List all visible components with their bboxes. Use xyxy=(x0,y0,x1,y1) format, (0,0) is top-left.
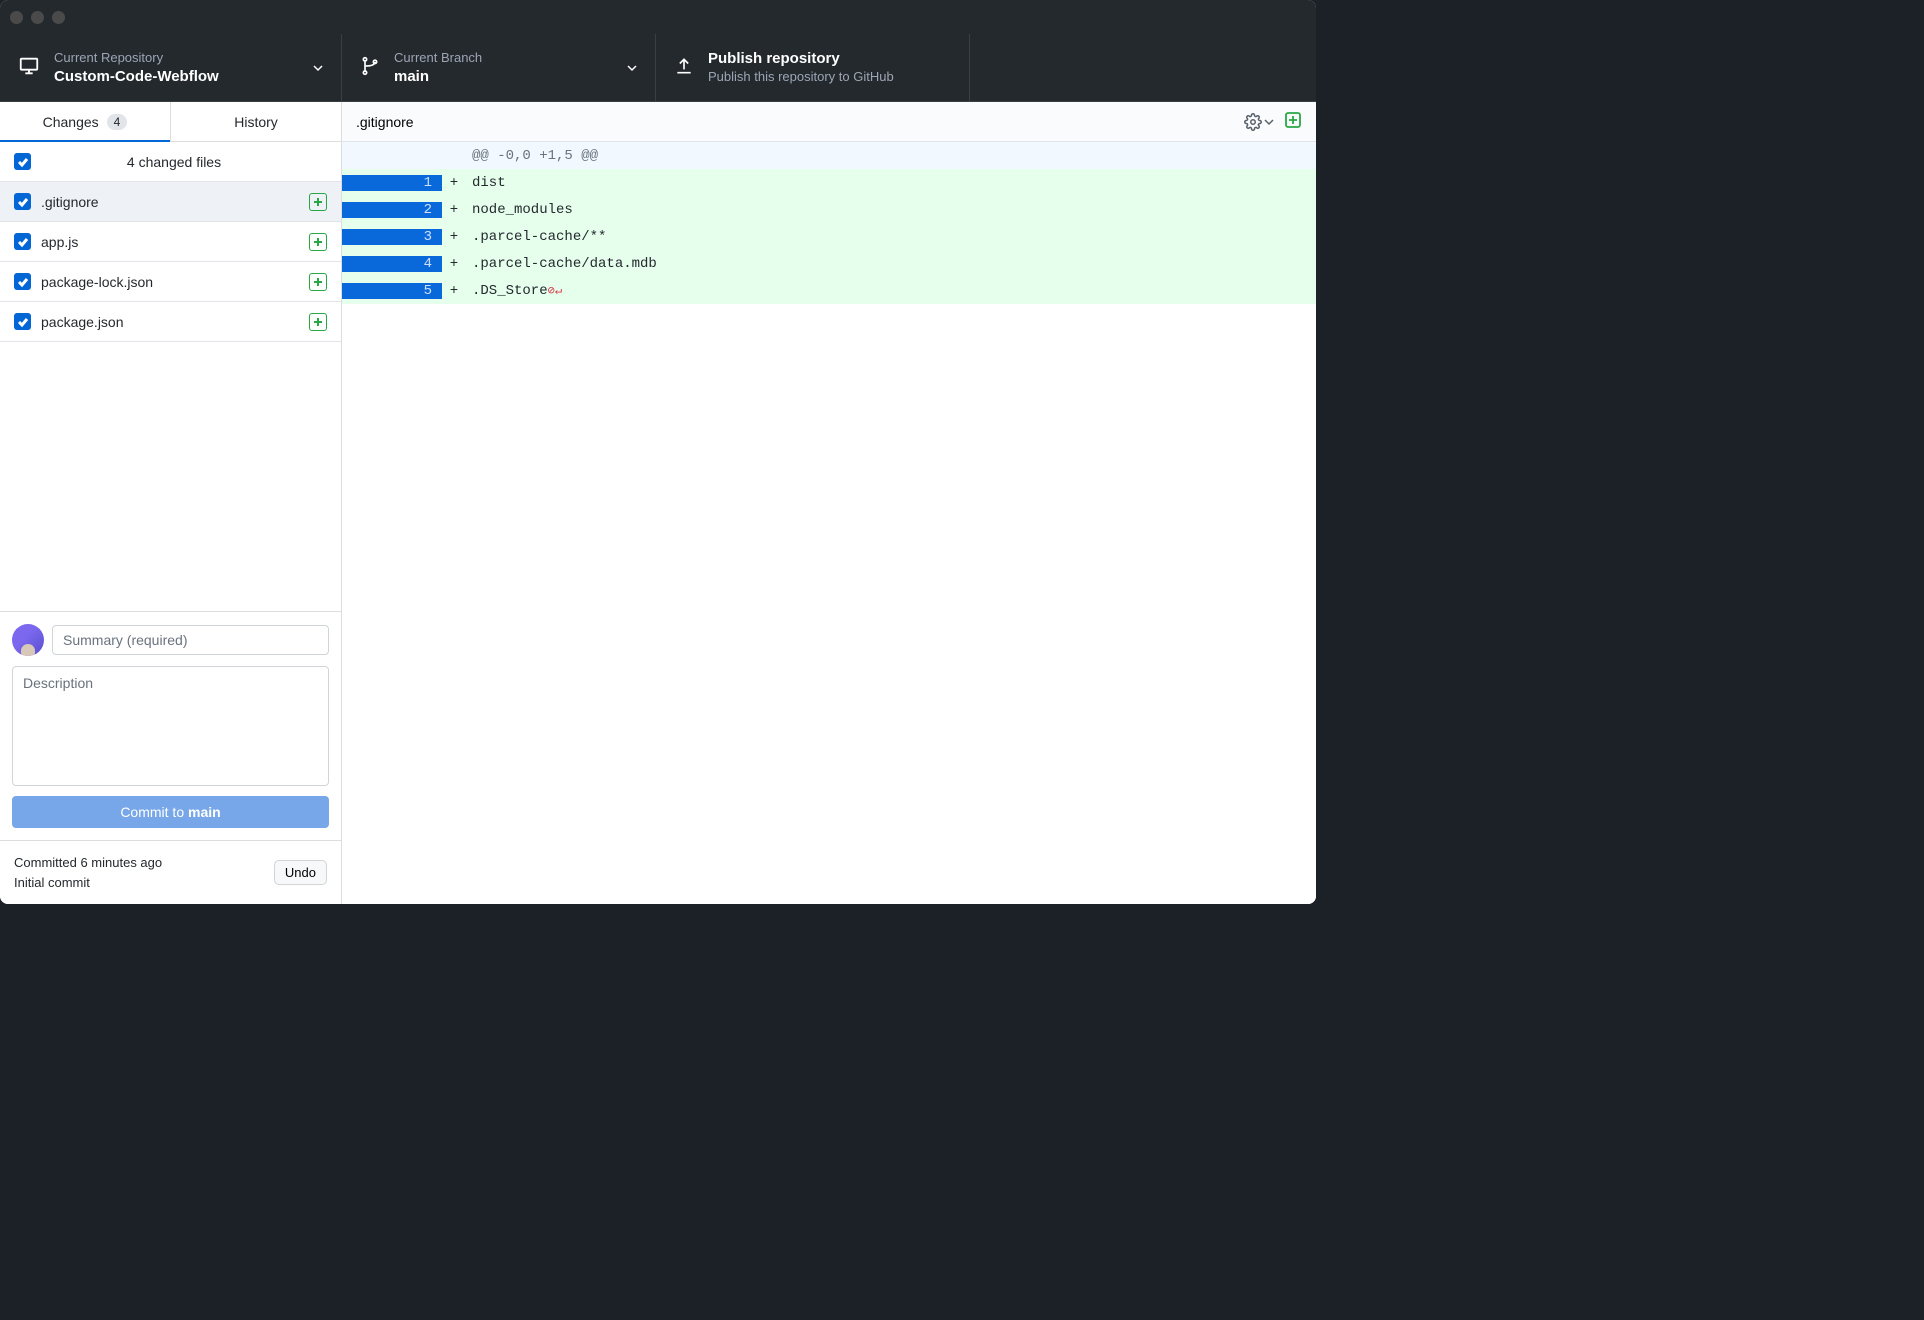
line-number: 1 xyxy=(392,175,442,191)
file-name: package.json xyxy=(41,314,299,330)
main-area: Changes 4 History 4 changed files .gitig… xyxy=(0,102,1316,904)
diff-hunk-header: @@ -0,0 +1,5 @@ xyxy=(342,142,1316,169)
window-zoom-button[interactable] xyxy=(52,11,65,24)
diff-line-added[interactable]: 4+.parcel-cache/data.mdb xyxy=(342,250,1316,277)
commit-description-input[interactable] xyxy=(12,666,329,786)
commit-panel: Commit to main xyxy=(0,611,341,840)
undo-commit-button[interactable]: Undo xyxy=(274,860,327,885)
last-commit-time: Committed 6 minutes ago xyxy=(14,853,162,873)
file-item[interactable]: .gitignore xyxy=(0,182,341,222)
branch-label: Current Branch xyxy=(394,49,482,67)
chevron-down-icon xyxy=(627,60,637,76)
window-minimize-button[interactable] xyxy=(31,11,44,24)
file-checkbox[interactable] xyxy=(14,273,31,290)
publish-title: Publish repository xyxy=(708,49,894,69)
expand-diff-button[interactable] xyxy=(1284,111,1302,132)
diff-body: @@ -0,0 +1,5 @@ 1+dist2+node_modules3+.p… xyxy=(342,142,1316,904)
diff-content: .parcel-cache/** xyxy=(466,229,606,245)
last-commit-status: Committed 6 minutes ago Initial commit U… xyxy=(0,840,341,904)
added-icon xyxy=(309,313,327,331)
plus-square-icon xyxy=(1284,111,1302,129)
file-name: .gitignore xyxy=(41,194,299,210)
repo-label: Current Repository xyxy=(54,49,219,67)
diff-header: .gitignore xyxy=(342,102,1316,142)
file-name: package-lock.json xyxy=(41,274,299,290)
diff-filename: .gitignore xyxy=(356,114,414,130)
tab-history[interactable]: History xyxy=(171,102,341,141)
diff-line-added[interactable]: 3+.parcel-cache/** xyxy=(342,223,1316,250)
select-all-checkbox[interactable] xyxy=(14,153,31,170)
diff-content: node_modules xyxy=(466,202,573,218)
commit-button[interactable]: Commit to main xyxy=(12,796,329,828)
diff-sign: + xyxy=(442,202,466,218)
file-item[interactable]: package.json xyxy=(0,302,341,342)
commit-button-branch: main xyxy=(188,804,221,820)
tab-changes-label: Changes xyxy=(43,114,99,130)
chevron-down-icon xyxy=(313,60,323,76)
commit-button-prefix: Commit to xyxy=(120,804,188,820)
window-close-button[interactable] xyxy=(10,11,23,24)
github-desktop-window: Current Repository Custom-Code-Webflow C… xyxy=(0,0,1316,904)
diff-sign: + xyxy=(442,256,466,272)
sidebar-tabs: Changes 4 History xyxy=(0,102,341,142)
publish-repository-button[interactable]: Publish repository Publish this reposito… xyxy=(656,34,970,101)
user-avatar xyxy=(12,624,44,656)
diff-content: .parcel-cache/data.mdb xyxy=(466,256,657,272)
diff-content: .DS_Store⊘↵ xyxy=(466,283,562,299)
upload-icon xyxy=(674,56,694,79)
line-number: 4 xyxy=(392,256,442,272)
diff-sign: + xyxy=(442,283,466,299)
added-icon xyxy=(309,193,327,211)
diff-content: dist xyxy=(466,175,506,191)
file-checkbox[interactable] xyxy=(14,193,31,210)
diff-panel: .gitignore @@ -0,0 +1,5 @@ xyxy=(342,102,1316,904)
file-list: .gitignore app.js package-lock.json package… xyxy=(0,182,341,611)
file-item[interactable]: package-lock.json xyxy=(0,262,341,302)
diff-line-added[interactable]: 2+node_modules xyxy=(342,196,1316,223)
current-repository-dropdown[interactable]: Current Repository Custom-Code-Webflow xyxy=(0,34,342,101)
diff-line-added[interactable]: 1+dist xyxy=(342,169,1316,196)
files-header: 4 changed files xyxy=(0,142,341,182)
file-checkbox[interactable] xyxy=(14,313,31,330)
computer-icon xyxy=(18,55,40,80)
chevron-down-icon xyxy=(1264,117,1274,127)
changes-count-badge: 4 xyxy=(107,114,128,130)
sidebar: Changes 4 History 4 changed files .gitig… xyxy=(0,102,342,904)
tab-history-label: History xyxy=(234,114,278,130)
current-branch-dropdown[interactable]: Current Branch main xyxy=(342,34,656,101)
diff-sign: + xyxy=(442,175,466,191)
added-icon xyxy=(309,233,327,251)
line-number: 2 xyxy=(392,202,442,218)
window-titlebar xyxy=(0,0,1316,34)
diff-hunk-text: @@ -0,0 +1,5 @@ xyxy=(466,148,598,164)
git-branch-icon xyxy=(360,56,380,79)
no-newline-marker: ⊘↵ xyxy=(548,284,562,298)
diff-line-added[interactable]: 5+.DS_Store⊘↵ xyxy=(342,277,1316,304)
line-number: 3 xyxy=(392,229,442,245)
tab-changes[interactable]: Changes 4 xyxy=(0,102,171,141)
toolbar: Current Repository Custom-Code-Webflow C… xyxy=(0,34,1316,102)
diff-sign: + xyxy=(442,229,466,245)
file-item[interactable]: app.js xyxy=(0,222,341,262)
files-header-text: 4 changed files xyxy=(41,154,327,170)
publish-subtitle: Publish this repository to GitHub xyxy=(708,69,894,86)
line-number: 5 xyxy=(392,283,442,299)
gear-icon xyxy=(1244,113,1262,131)
added-icon xyxy=(309,273,327,291)
branch-value: main xyxy=(394,67,482,87)
commit-summary-input[interactable] xyxy=(52,625,329,655)
last-commit-message: Initial commit xyxy=(14,873,162,893)
repo-value: Custom-Code-Webflow xyxy=(54,67,219,87)
diff-settings-button[interactable] xyxy=(1244,113,1274,131)
file-name: app.js xyxy=(41,234,299,250)
file-checkbox[interactable] xyxy=(14,233,31,250)
